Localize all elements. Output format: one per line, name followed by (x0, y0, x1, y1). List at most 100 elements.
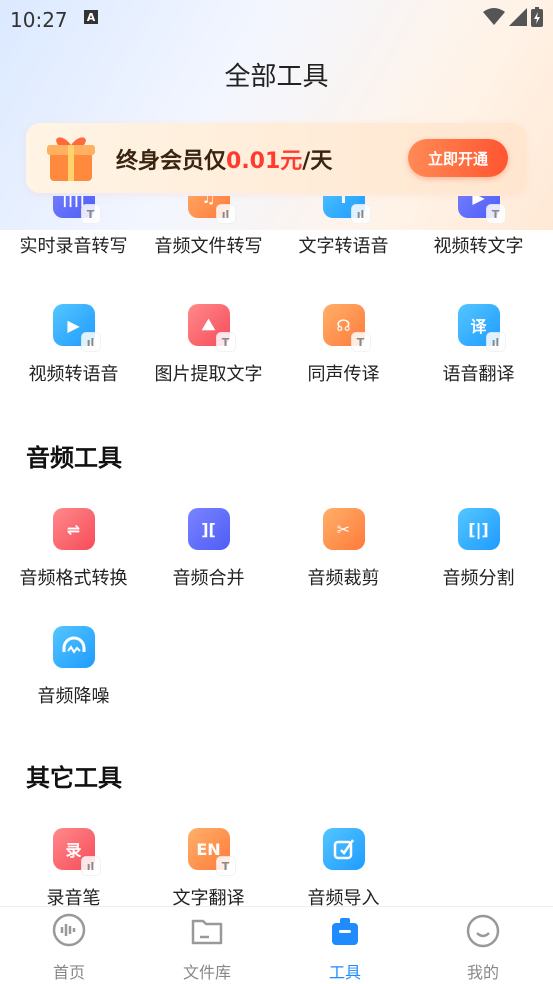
banner-price: 0.01元 (226, 149, 303, 174)
wifi-icon (483, 8, 505, 25)
lu-glyph-icon: 录 (65, 841, 82, 860)
split-icon: [|] (457, 508, 500, 550)
section-title-audio: 音频工具 (26, 444, 122, 472)
tool-label: 实时录音转写 (19, 236, 128, 257)
tool-label: 音频分割 (442, 568, 515, 589)
headphones-icon (62, 636, 85, 654)
tool-image-ocr[interactable]: ⛰ T 图片提取文字 (141, 304, 276, 386)
status-time: 10:27 (10, 8, 68, 32)
t-badge-icon: T (485, 204, 506, 224)
tab-label: 我的 (466, 963, 499, 982)
tool-label: 图片提取文字 (154, 364, 263, 385)
tool-audio-trim[interactable]: ✂ 音频裁剪 (276, 508, 411, 590)
tool-text-to-speech[interactable]: Tıl 文字转语音 (276, 196, 411, 258)
tool-label: 音频合并 (172, 568, 245, 589)
tab-tools[interactable]: 工具 (276, 913, 414, 983)
tool-label: 音频导入 (307, 888, 380, 906)
tools-row: ▶ ıl 视频转语音 ⛰ T 图片提取文字 ☊ T 同声传译 译 ıl 语音翻译 (0, 304, 553, 404)
wave-badge-icon: ıl (80, 856, 101, 876)
wave-badge-icon: ıl (350, 204, 371, 224)
gift-icon (47, 137, 95, 181)
yi-glyph-icon: 译 (470, 317, 487, 336)
folder-icon (191, 919, 223, 945)
t-badge-icon: T (350, 332, 371, 352)
tool-audio-merge[interactable]: ][ 音频合并 (141, 508, 276, 590)
en-glyph-icon: EN (196, 839, 221, 859)
page-title: 全部工具 (224, 62, 329, 92)
t-badge-icon: T (215, 332, 236, 352)
denoise-headphones-icon (52, 626, 95, 668)
banner-suffix: /天 (302, 149, 333, 174)
merge-icon: ][ (187, 508, 230, 550)
tool-label: 音频裁剪 (307, 568, 380, 589)
tool-simultaneous-interpretation[interactable]: ☊ T 同声传译 (276, 304, 411, 386)
recorder-icon: 录 ıl (52, 828, 101, 876)
tool-recorder[interactable]: 录 ıl 录音笔 (6, 828, 141, 906)
wave-badge-icon: ıl (485, 332, 506, 352)
swap-icon: ⇌ (52, 508, 95, 550)
tools-row: ⇌ 音频格式转换 ][ 音频合并 ✂ 音频裁剪 [|] 音频分割 (0, 508, 553, 608)
tool-audio-file-transcribe[interactable]: ♫ ıl 音频文件转写 (141, 196, 276, 258)
waveform-icon (52, 913, 86, 947)
video-to-audio-icon: ▶ ıl (52, 304, 101, 352)
tools-scroll-area[interactable]: |||| T 实时录音转写 ♫ ıl 音频文件转写 Tıl 文字转语音 ▶ T 视频转… (0, 196, 553, 906)
tool-video-to-audio[interactable]: ▶ ıl 视频转语音 (6, 304, 141, 386)
tool-label: 视频转文字 (433, 236, 524, 257)
banner-text: 终身会员仅0.01元/天 (116, 143, 332, 175)
import-glyph-icon (333, 839, 354, 860)
import-icon (322, 828, 365, 870)
tab-label: 文件库 (182, 963, 231, 982)
open-vip-button[interactable]: 立即开通 (408, 139, 508, 177)
briefcase-icon (332, 918, 358, 945)
tools-row: 录 ıl 录音笔 EN T 文字翻译 音频导入 (0, 828, 553, 906)
tool-audio-denoise[interactable]: 音频降噪 (6, 626, 141, 708)
battery-icon (531, 7, 543, 27)
tab-label: 工具 (328, 963, 361, 982)
bottom-tab-bar: 首页 文件库 工具 我的 (0, 906, 553, 984)
tool-audio-format-convert[interactable]: ⇌ 音频格式转换 (6, 508, 141, 590)
realtime-transcribe-icon: |||| T (52, 196, 101, 224)
wave-badge-icon: ıl (80, 332, 101, 352)
tool-audio-import[interactable]: 音频导入 (276, 828, 411, 906)
text-to-speech-icon: Tıl (322, 196, 371, 224)
tool-label: 音频文件转写 (154, 236, 263, 257)
image-ocr-icon: ⛰ T (187, 304, 236, 352)
tool-speech-translate[interactable]: 译 ıl 语音翻译 (411, 304, 546, 386)
tab-home[interactable]: 首页 (0, 913, 138, 983)
t-badge-icon: T (80, 204, 101, 224)
tool-label: 同声传译 (307, 364, 380, 385)
status-bar: 10:27 A (0, 0, 553, 38)
section-title-other: 其它工具 (26, 764, 122, 792)
smile-icon (466, 914, 500, 948)
video-to-text-icon: ▶ T (457, 196, 506, 224)
tool-label: 音频格式转换 (19, 568, 128, 589)
tool-label: 视频转语音 (28, 364, 119, 385)
tool-video-to-text[interactable]: ▶ T 视频转文字 (411, 196, 546, 258)
wave-badge-icon: ıl (215, 204, 236, 224)
tab-me[interactable]: 我的 (414, 913, 552, 983)
tab-files[interactable]: 文件库 (138, 913, 276, 983)
tool-label: 音频降噪 (37, 686, 110, 707)
tool-realtime-transcribe[interactable]: |||| T 实时录音转写 (6, 196, 141, 258)
translate-icon: 译 ıl (457, 304, 506, 352)
banner-prefix: 终身会员仅 (116, 149, 227, 174)
t-glyph-icon: T (338, 196, 349, 207)
tool-audio-split[interactable]: [|] 音频分割 (411, 508, 546, 590)
notification-a-icon: A (84, 10, 98, 24)
tool-label: 文字转语音 (298, 236, 389, 257)
headset-icon: ☊ T (322, 304, 371, 352)
system-icons (483, 7, 543, 27)
scissors-icon: ✂ (322, 508, 365, 550)
en-translate-icon: EN T (187, 828, 236, 876)
t-badge-icon: T (215, 856, 236, 876)
tool-text-translate[interactable]: EN T 文字翻译 (141, 828, 276, 906)
tools-row: |||| T 实时录音转写 ♫ ıl 音频文件转写 Tıl 文字转语音 ▶ T 视频转… (0, 196, 553, 276)
tool-label: 录音笔 (46, 888, 101, 906)
audio-file-icon: ♫ ıl (187, 196, 236, 224)
signal-icon (509, 8, 527, 26)
tab-label: 首页 (52, 963, 85, 982)
tool-label: 文字翻译 (172, 888, 245, 906)
tool-label: 语音翻译 (442, 364, 515, 385)
tools-row: 音频降噪 (0, 626, 553, 726)
vip-banner[interactable]: 终身会员仅0.01元/天 立即开通 (26, 123, 526, 193)
